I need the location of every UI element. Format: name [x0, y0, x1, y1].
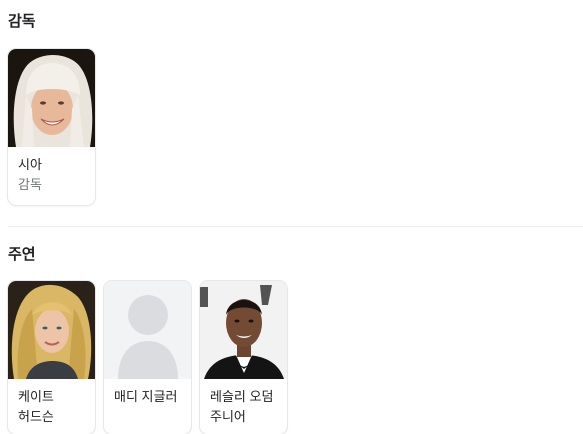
person-name: 레슬리 오덤 주니어	[210, 389, 274, 424]
person-photo	[8, 281, 95, 379]
director-card-sia[interactable]: 시아 감독	[8, 49, 95, 205]
cast-section-title: 주연	[8, 246, 36, 263]
person-name: 매디 지글러	[114, 389, 178, 404]
person-name: 시아	[18, 157, 42, 172]
person-role: 감독	[18, 177, 42, 192]
person-name: 케이트 허드슨	[18, 389, 54, 424]
cast-card-kate-hudson[interactable]: 케이트 허드슨	[8, 281, 95, 434]
person-photo	[200, 281, 287, 379]
placeholder-avatar-icon	[104, 281, 191, 379]
person-photo	[8, 49, 95, 147]
cast-card-maddie-ziegler[interactable]: 매디 지글러	[104, 281, 191, 434]
director-section-title: 감독	[8, 13, 36, 30]
section-divider	[8, 226, 583, 227]
cast-card-leslie-odom-jr[interactable]: 레슬리 오덤 주니어	[200, 281, 287, 434]
